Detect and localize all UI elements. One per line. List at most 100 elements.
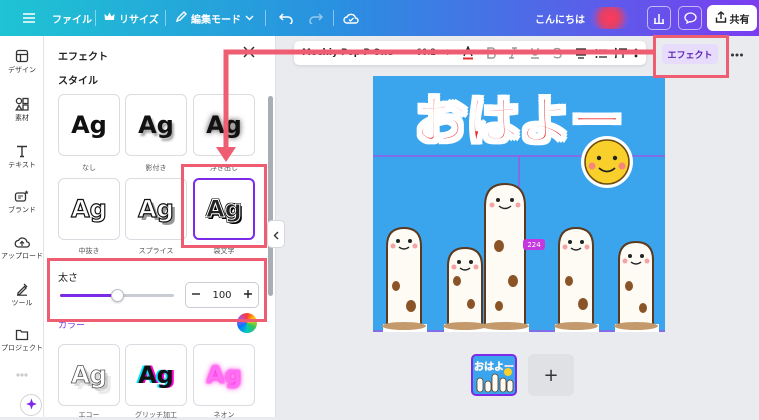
home-icon[interactable] [22, 0, 36, 36]
divider [333, 10, 334, 26]
file-menu[interactable]: ファイル [52, 0, 92, 36]
cloud-save-icon[interactable] [343, 0, 359, 36]
crown-icon [104, 12, 115, 24]
rail-label: アップロード [1, 252, 43, 260]
edit-mode-dropdown[interactable]: 編集モード [175, 0, 254, 36]
more-text-options-icon[interactable] [633, 41, 643, 65]
text-toolbar: Mochiy Pop P One - 60.2 + [294, 41, 646, 65]
italic-icon[interactable] [508, 41, 518, 65]
minus-icon[interactable] [191, 289, 201, 302]
font-size-increase[interactable]: + [444, 41, 452, 65]
plus-icon[interactable] [243, 289, 253, 302]
undo-icon[interactable] [279, 0, 293, 36]
top-bar: ファイル リサイズ 編集モード こんにちは 共有 [0, 0, 759, 36]
thickness-slider[interactable] [60, 289, 174, 302]
share-icon [715, 10, 727, 26]
style-tile-splice[interactable]: Ag [125, 178, 187, 240]
projects-icon [0, 327, 44, 341]
style-label: 影付き [145, 164, 167, 172]
underline-icon[interactable] [530, 41, 540, 65]
redo-icon[interactable] [309, 0, 323, 36]
rail-item-design[interactable]: デザイン [0, 49, 44, 75]
style-tile-lift[interactable]: Ag [193, 94, 255, 156]
thickness-slider-fill [60, 294, 117, 297]
pencil-icon [175, 10, 187, 26]
rail-label: プロジェクト [1, 344, 43, 352]
panel-scrollbar[interactable] [268, 96, 273, 296]
canvas-headline[interactable]: おはよー [381, 78, 657, 154]
share-button[interactable]: 共有 [707, 5, 757, 31]
style-label: 中抜き [78, 247, 100, 255]
divider [165, 10, 166, 26]
rail-label: 素材 [15, 114, 29, 122]
style-tile-echo[interactable]: Ag [58, 344, 120, 406]
rail-item-elements[interactable]: 素材 [0, 97, 44, 123]
sparkle-icon [25, 396, 38, 415]
resize-button[interactable]: リサイズ [104, 0, 159, 36]
rail-item-tools[interactable]: ツール [0, 282, 44, 308]
avatar[interactable] [590, 7, 630, 29]
style-sample: Ag [71, 194, 108, 223]
divider [265, 10, 266, 26]
rail-item-brand[interactable]: ブランド [0, 189, 44, 215]
add-page-button[interactable]: + [528, 354, 574, 396]
text-color-icon[interactable] [462, 41, 474, 65]
analytics-icon[interactable] [647, 6, 671, 30]
style-sample: Ag [138, 111, 174, 139]
resize-label: リサイズ [119, 14, 159, 26]
design-icon [0, 49, 44, 63]
edit-mode-label: 編集モード [191, 14, 241, 26]
color-wheel-icon[interactable] [237, 313, 257, 333]
more-options-icon[interactable] [730, 47, 744, 66]
thickness-slider-handle[interactable] [111, 289, 124, 302]
panel-title: エフェクト [58, 52, 108, 63]
style-label: グリッチ加工 [135, 411, 177, 419]
rail-label: ブランド [8, 206, 36, 214]
style-tile-hollow[interactable]: Ag [58, 178, 120, 240]
spacing-icon[interactable] [615, 41, 627, 65]
list-icon[interactable] [595, 41, 607, 65]
effects-button[interactable]: エフェクト [662, 44, 718, 64]
style-tile-none[interactable]: Ag [58, 94, 120, 156]
style-sample: Ag [138, 361, 174, 389]
style-sample: Ag [71, 361, 108, 390]
rail-item-upload[interactable]: アップロード [0, 235, 44, 261]
comment-icon[interactable] [678, 6, 702, 30]
style-tile-outline[interactable]: Ag [193, 178, 255, 240]
rail-item-projects[interactable]: プロジェクト [0, 327, 44, 353]
strikethrough-icon[interactable] [552, 41, 563, 65]
close-icon[interactable] [240, 43, 258, 61]
thickness-stepper: 100 [185, 282, 259, 308]
style-sample: Ag [71, 111, 107, 139]
font-family-dropdown[interactable]: Mochiy Pop P One [302, 41, 393, 65]
magic-sparkle-button[interactable] [20, 394, 42, 416]
bold-icon[interactable] [486, 41, 496, 65]
measurement-badge: 224 [523, 239, 545, 250]
thickness-value[interactable]: 100 [212, 290, 231, 301]
style-label: スプライス [138, 247, 174, 255]
rail-label: ツール [11, 299, 33, 307]
chevron-left-icon [273, 225, 279, 244]
style-label: 浮き出し [210, 164, 238, 172]
style-tile-neon[interactable]: Ag [193, 344, 255, 406]
page-thumbnail[interactable]: おはよー [471, 354, 517, 396]
style-sample: Ag [206, 111, 242, 139]
align-center-icon[interactable] [575, 41, 587, 65]
style-sample: Ag [206, 361, 242, 389]
style-label: ネオン [213, 411, 235, 419]
color-label: カラー [58, 321, 86, 331]
greeting-text: こんにちは [535, 14, 585, 26]
style-tile-glitch[interactable]: Ag [125, 344, 187, 406]
rail-label: デザイン [8, 66, 36, 74]
design-canvas[interactable]: おはよー 224 [373, 76, 665, 332]
elements-icon [0, 97, 44, 111]
font-size-input[interactable]: 60.2 [416, 41, 436, 65]
collapse-panel-button[interactable] [267, 220, 285, 248]
side-rail: デザイン 素材 テキスト ブランド アップロード ツール プロジェクト [0, 36, 44, 417]
style-label: なし [82, 164, 96, 172]
style-sample: Ag [138, 194, 175, 223]
font-size-decrease[interactable]: - [400, 41, 403, 65]
rail-item-text[interactable]: テキスト [0, 144, 44, 170]
rail-more-icon[interactable] [0, 372, 44, 380]
style-tile-shadow[interactable]: Ag [125, 94, 187, 156]
